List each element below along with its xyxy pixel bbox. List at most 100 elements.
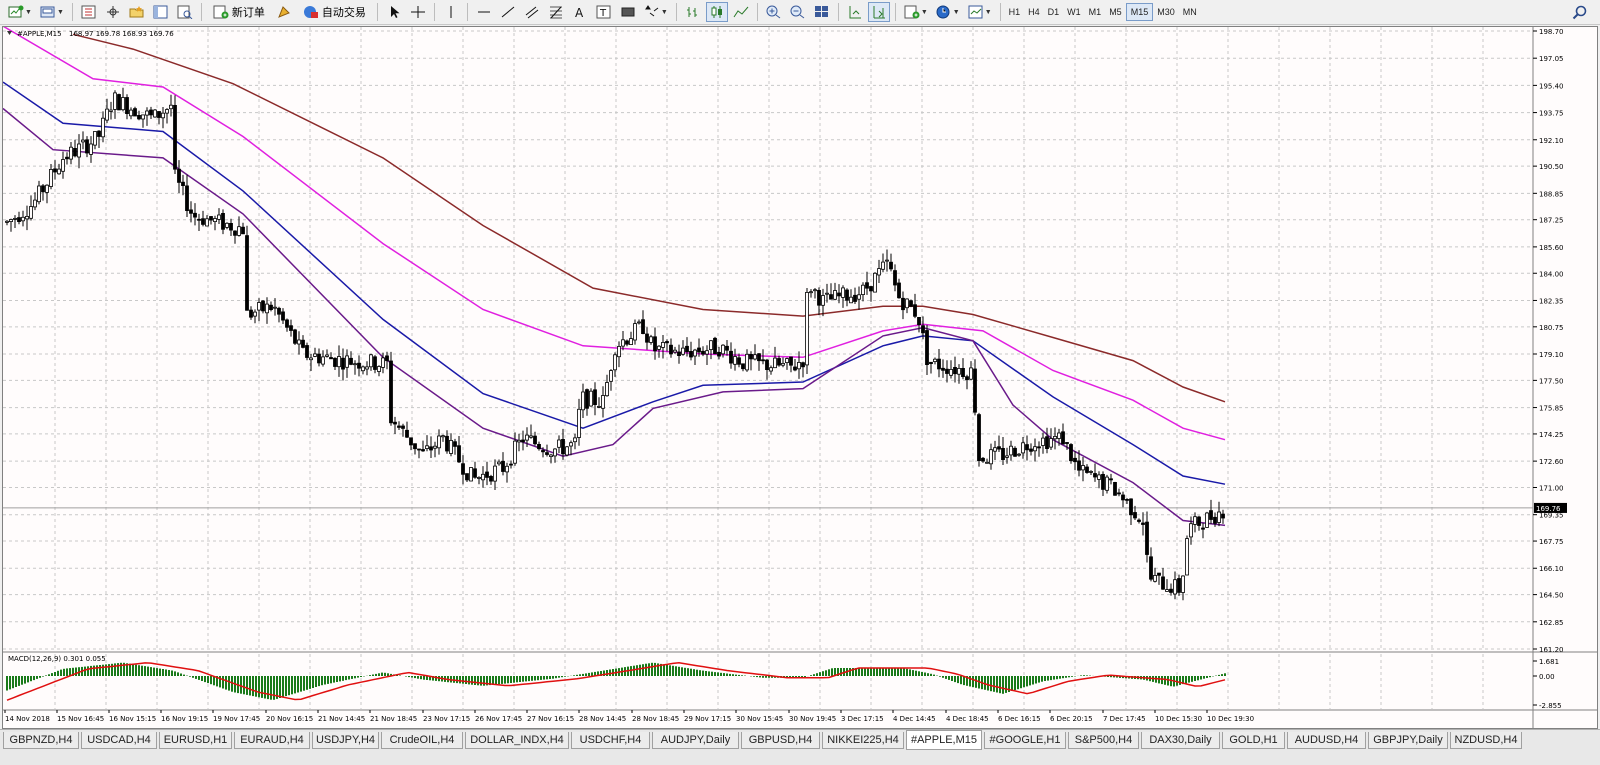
market-watch-icon[interactable] [78, 2, 100, 22]
auto-scroll-icon[interactable] [844, 2, 866, 22]
templates-icon[interactable]: ▼ [965, 2, 995, 22]
crosshair-nav-icon[interactable] [102, 2, 124, 22]
chart-tab[interactable]: GBPUSD,H4 [741, 732, 820, 749]
timeframe-d1[interactable]: D1 [1044, 3, 1064, 21]
indicators-icon[interactable]: ▼ [901, 2, 931, 22]
timeframe-h4[interactable]: H4 [1024, 3, 1044, 21]
candle [109, 101, 113, 120]
candle [301, 335, 305, 349]
candle [469, 467, 473, 482]
folder-star-icon[interactable] [126, 2, 148, 22]
search-icon[interactable] [1569, 3, 1591, 23]
candle [357, 355, 361, 377]
chart-tab[interactable]: USDJPY,H4 [312, 732, 379, 749]
chart-window[interactable]: 198.70 197.05 195.40 193.75 192.10 190.50 188.… [2, 26, 1598, 729]
candle [645, 327, 649, 350]
chart-tab[interactable]: DAX30,Daily [1141, 732, 1220, 749]
candle [517, 433, 521, 452]
timeframe-mn[interactable]: MN [1179, 3, 1201, 21]
timeframe-m1[interactable]: M1 [1085, 3, 1106, 21]
date-label: 10 Dec 19:30 [1207, 715, 1254, 723]
timeframe-m5[interactable]: M5 [1105, 3, 1126, 21]
ma-line-magenta [3, 27, 1226, 441]
candle [265, 297, 269, 324]
bar-chart-icon[interactable] [682, 2, 704, 22]
svg-text:A: A [575, 6, 584, 19]
chart-tab[interactable]: CrudeOIL,H4 [381, 732, 463, 749]
line-chart-icon[interactable] [730, 2, 752, 22]
chart-tab[interactable]: GBPNZD,H4 [3, 732, 79, 749]
candle [341, 348, 345, 381]
strategy-tester-icon[interactable] [174, 2, 196, 22]
candle [581, 383, 585, 418]
terminal-window-icon[interactable] [150, 2, 172, 22]
meta-editor-icon[interactable] [273, 2, 295, 22]
new-chart-button[interactable]: ▼ [5, 2, 35, 22]
zoom-out-icon[interactable] [787, 2, 809, 22]
tile-windows-icon[interactable] [811, 2, 833, 22]
rectangle-icon[interactable] [617, 2, 639, 22]
chart-tab[interactable]: DOLLAR_INDX,H4 [465, 732, 569, 749]
vertical-line-icon[interactable] [440, 2, 462, 22]
periods-clock-icon[interactable]: ▼ [933, 2, 963, 22]
auto-trading-button[interactable]: 自动交易 [297, 2, 372, 22]
date-label: 20 Nov 16:15 [266, 715, 313, 723]
toolbar-separator [675, 3, 677, 21]
candle [1109, 473, 1113, 485]
price-label: 198.70 [1539, 28, 1564, 36]
trendline-icon[interactable] [497, 2, 519, 22]
chart-tab[interactable]: #APPLE,M15 [906, 730, 982, 750]
crosshair-icon[interactable] [407, 2, 429, 22]
chart-tab[interactable]: AUDUSD,H4 [1287, 732, 1366, 749]
price-label: 193.75 [1539, 110, 1564, 118]
fibonacci-icon[interactable] [545, 2, 567, 22]
text-tool-icon[interactable]: A [569, 2, 591, 22]
date-label: 23 Nov 17:15 [423, 715, 470, 723]
horizontal-line-icon[interactable] [473, 2, 495, 22]
chart-tab[interactable]: EURAUD,H4 [234, 732, 310, 749]
chart-tab[interactable]: S&P500,H4 [1068, 732, 1139, 749]
price-label: 180.75 [1539, 324, 1564, 332]
chart-tab[interactable]: AUDJPY,Daily [652, 732, 739, 749]
candle [665, 339, 669, 352]
timeframe-w1[interactable]: W1 [1063, 3, 1085, 21]
equidistant-channel-icon[interactable] [521, 2, 543, 22]
new-order-button[interactable]: 新订单 [207, 2, 271, 22]
candle [117, 93, 121, 111]
timeframe-h1[interactable]: H1 [1005, 3, 1025, 21]
candle [941, 359, 945, 378]
chart-tab[interactable]: GOLD,H1 [1222, 732, 1285, 749]
candle [801, 361, 805, 378]
profiles-button[interactable]: ▼ [37, 2, 67, 22]
text-label-icon[interactable]: T [593, 2, 615, 22]
candle [481, 466, 485, 488]
chart-shift-icon[interactable] [867, 2, 890, 22]
candle [57, 163, 61, 175]
chart-tab[interactable]: NZDUSD,H4 [1450, 732, 1522, 749]
timeframe-m30[interactable]: M30 [1153, 3, 1179, 21]
timeframe-m15[interactable]: M15 [1125, 3, 1154, 21]
zoom-in-icon[interactable] [763, 2, 785, 22]
candle [317, 348, 321, 367]
chart-tab[interactable]: EURUSD,H1 [159, 732, 232, 749]
candle [1121, 491, 1125, 508]
candle [641, 310, 645, 335]
chart-tab[interactable]: USDCAD,H4 [81, 732, 157, 749]
date-label: 21 Nov 18:45 [370, 715, 417, 723]
price-chart[interactable]: 198.70 197.05 195.40 193.75 192.10 190.50 188.… [3, 27, 1597, 728]
candle [1141, 512, 1145, 536]
price-label: 175.85 [1539, 405, 1564, 413]
chart-tab[interactable]: USDCHF,H4 [571, 732, 650, 749]
candle [261, 300, 265, 314]
candle [1137, 518, 1141, 524]
chart-tab[interactable]: #GOOGLE,H1 [984, 732, 1066, 749]
price-label: 172.60 [1539, 458, 1564, 466]
chart-tab[interactable]: NIKKEI225,H4 [822, 732, 904, 749]
candle [281, 308, 285, 324]
candlestick-chart-icon[interactable] [705, 2, 728, 22]
current-price-label: 169.76 [1536, 505, 1561, 513]
arrows-icon[interactable]: ▼ [641, 2, 671, 22]
cursor-arrow-icon[interactable] [383, 2, 405, 22]
candle [9, 218, 13, 232]
chart-tab[interactable]: GBPJPY,Daily [1368, 732, 1448, 749]
